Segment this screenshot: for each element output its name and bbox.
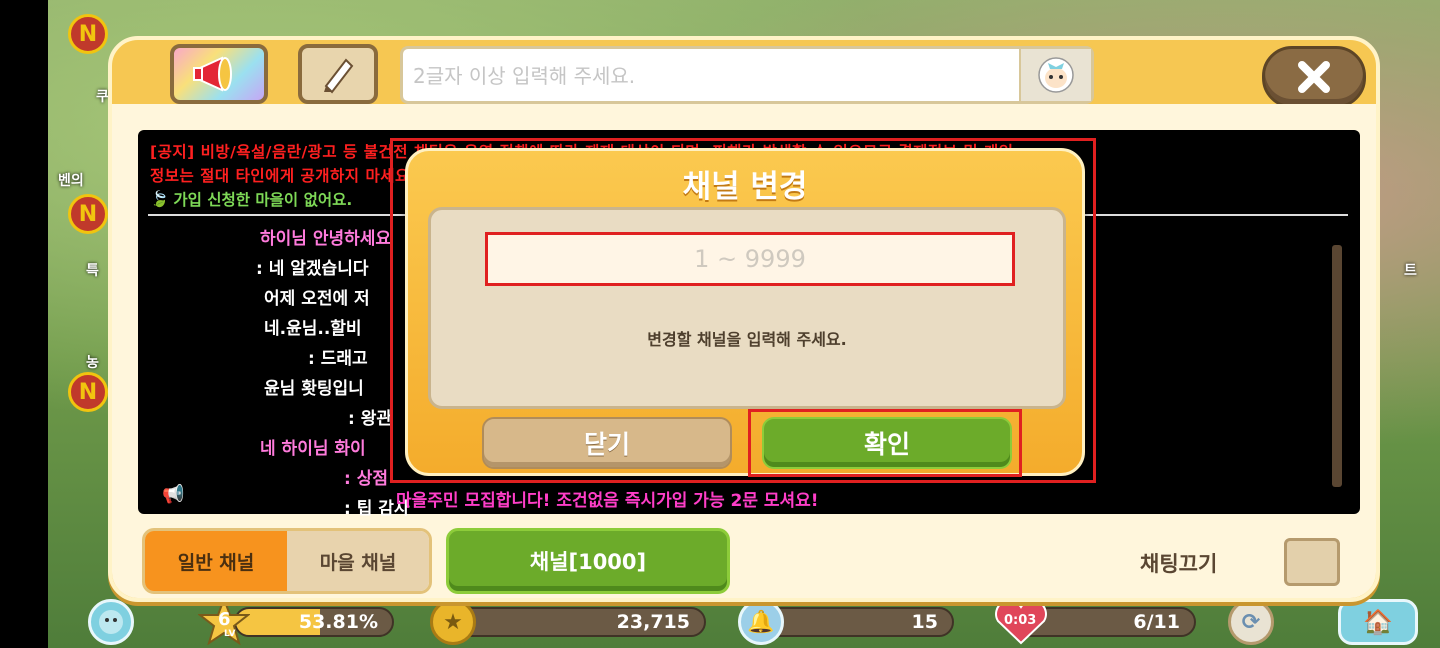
megaphone-button[interactable] xyxy=(170,44,268,104)
chat-message: 어제 오전에 저 xyxy=(264,289,370,309)
refresh-icon: ⟳ xyxy=(1241,609,1261,635)
shop-button[interactable]: 🏠 xyxy=(1338,599,1418,645)
dialog-body: 변경할 채널을 입력해 주세요. xyxy=(428,207,1066,409)
chat-message: 네.윤님..할비 xyxy=(264,319,362,339)
pencil-icon xyxy=(324,58,354,94)
edit-button[interactable] xyxy=(298,44,378,104)
channel-number-input[interactable] xyxy=(485,232,1015,286)
village-notice: 🍃 가입 신청한 마을이 없어요. xyxy=(150,188,352,210)
bell-value: 15 xyxy=(911,611,938,633)
tab-village-channel[interactable]: 마을 채널 xyxy=(287,531,429,591)
channel-tabs: 일반 채널 마을 채널 xyxy=(142,528,432,594)
tab-general-channel[interactable]: 일반 채널 xyxy=(145,531,287,591)
confirm-button[interactable]: 확인 xyxy=(762,417,1012,469)
channel-select-button[interactable]: 채널[1000] xyxy=(446,528,730,594)
status-hud: 53.81% 6 LV 23,715 ★ 15 🔔 6/11 0:03 ⟳ 🏠 xyxy=(48,595,1440,648)
side-menu-label: 쿠 xyxy=(96,89,109,105)
cancel-button[interactable]: 닫기 xyxy=(482,417,732,469)
chat-message: : 네 알겠습니다 xyxy=(256,259,369,279)
coin-counter: 23,715 xyxy=(446,607,706,637)
channel-change-dialog: 채널 변경 변경할 채널을 입력해 주세요. 닫기 확인 xyxy=(405,148,1085,477)
dialog-hint: 변경할 채널을 입력해 주세요. xyxy=(647,330,847,349)
village-notice-text: 가입 신청한 마을이 없어요. xyxy=(173,191,353,209)
chat-input[interactable] xyxy=(413,57,1013,95)
heart-icon: 0:03 xyxy=(992,599,1050,645)
close-icon xyxy=(1298,61,1330,93)
chat-input-box xyxy=(400,46,1094,104)
announcement-text: 마을주민 모집합니다! 조건없음 즉시가입 가능 2문 모셔요! xyxy=(396,491,819,511)
sheep-avatar-button[interactable] xyxy=(1019,49,1091,101)
chat-message: : 왕관 xyxy=(348,409,392,429)
chat-message: : 드래고 xyxy=(308,349,368,369)
heart-value: 6/11 xyxy=(1133,611,1180,633)
notification-badge[interactable]: N xyxy=(68,372,108,412)
coin-value: 23,715 xyxy=(616,611,690,633)
coin-icon: ★ xyxy=(430,599,476,645)
exp-bar: 53.81% xyxy=(234,607,394,637)
chat-message: : 상점 xyxy=(344,469,388,489)
notification-badge[interactable]: N xyxy=(68,14,108,54)
level-suffix: LV xyxy=(224,629,236,639)
megaphone-icon xyxy=(193,56,232,92)
heart-timer: 0:03 xyxy=(1004,613,1037,628)
emote-button[interactable] xyxy=(88,599,134,645)
bell-icon: 🔔 xyxy=(738,599,784,645)
notification-badge[interactable]: N xyxy=(68,194,108,234)
level-value: 6 xyxy=(218,609,231,630)
shop-icon: 🏠 xyxy=(1363,608,1393,636)
mute-chat-label: 채팅끄기 xyxy=(1140,552,1218,576)
sheep-avatar-icon xyxy=(1038,57,1074,93)
side-menu-label: 특 xyxy=(86,263,99,279)
level-star: 6 LV xyxy=(197,596,251,646)
megaphone-small-icon: 📢 xyxy=(162,484,185,505)
chat-message: 윤님 홧팅입니 xyxy=(264,379,364,399)
side-menu-label: 벤의 xyxy=(58,173,84,189)
side-menu-label: 트 xyxy=(1404,263,1417,279)
chat-scrollbar[interactable] xyxy=(1332,245,1342,487)
side-menu-label: 농 xyxy=(86,355,99,371)
bell-counter: 15 xyxy=(754,607,954,637)
dialog-title: 채널 변경 xyxy=(682,169,808,205)
chat-message: 네 하이님 화이 xyxy=(260,439,366,459)
close-button[interactable] xyxy=(1262,46,1366,108)
exp-percent: 53.81% xyxy=(298,611,378,633)
face-icon xyxy=(99,610,123,634)
chat-message: 하이님 안녕하세요 xyxy=(260,229,392,249)
leaf-icon: 🍃 xyxy=(150,190,170,208)
refresh-button[interactable]: ⟳ xyxy=(1228,599,1274,645)
mute-chat-checkbox[interactable] xyxy=(1284,538,1340,586)
